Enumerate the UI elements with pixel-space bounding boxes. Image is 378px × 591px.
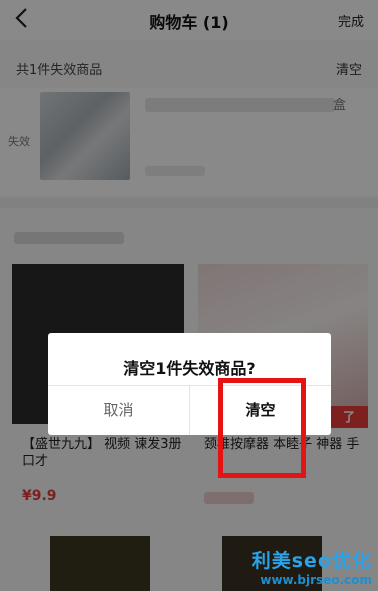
watermark-brand: 利美seo优化: [251, 550, 372, 572]
cancel-button[interactable]: 取消: [48, 386, 189, 435]
dialog-title: 清空1件失效商品?: [123, 359, 256, 378]
highlight-annotation: [218, 378, 306, 478]
modal-overlay[interactable]: [0, 0, 378, 591]
watermark: 利美seo优化 www.bjrseo.com: [252, 546, 372, 587]
watermark-url: www.bjrseo.com: [260, 573, 372, 587]
